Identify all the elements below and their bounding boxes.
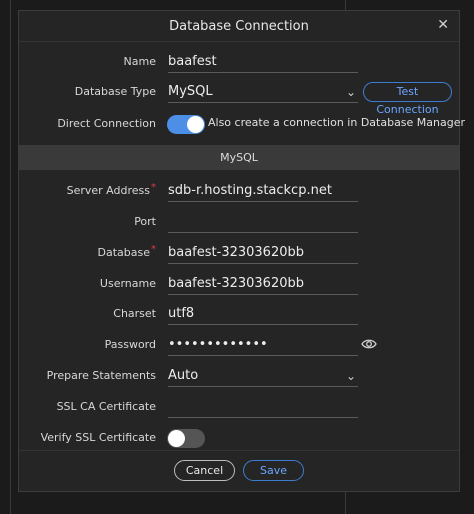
database-input[interactable]: baafest-32303620bb (168, 242, 358, 264)
database-connection-dialog: Database Connection ✕ Name baafest Datab… (18, 10, 465, 492)
name-row: Name baafest (19, 47, 459, 77)
save-button[interactable]: Save (243, 460, 304, 481)
section-header-mysql: MySQL (19, 145, 459, 170)
close-icon[interactable]: ✕ (437, 17, 449, 33)
chevron-down-icon: ⌄ (345, 369, 356, 383)
name-input[interactable]: baafest (168, 51, 358, 73)
database-type-value: MySQL (168, 84, 213, 99)
required-marker: * (151, 182, 156, 193)
port-label: Port (134, 215, 156, 228)
dialog-title: Database Connection (169, 18, 309, 34)
port-row: Port (19, 207, 459, 237)
toggle-knob (187, 116, 204, 133)
ssl-ca-row: SSL CA Certificate (19, 392, 459, 422)
charset-input[interactable]: utf8 (168, 303, 358, 325)
database-type-select[interactable]: MySQL ⌄ (168, 81, 358, 103)
port-input[interactable] (168, 211, 358, 233)
database-type-label: Database Type (74, 85, 156, 98)
direct-connection-row: Direct Connection Also create a connecti… (19, 109, 465, 139)
eye-icon[interactable] (361, 337, 377, 351)
verify-ssl-label: Verify SSL Certificate (40, 431, 156, 444)
prepare-statements-value: Auto (168, 368, 199, 383)
dialog-footer: Cancel Save (19, 450, 459, 491)
username-label: Username (99, 277, 156, 290)
required-marker: * (151, 244, 156, 255)
ssl-ca-label: SSL CA Certificate (56, 400, 156, 413)
username-row: Username baafest-32303620bb (19, 269, 459, 299)
cancel-button[interactable]: Cancel (174, 460, 235, 481)
direct-connection-label: Direct Connection (57, 117, 156, 130)
database-row: Database* baafest-32303620bb (19, 238, 459, 268)
password-input[interactable]: ••••••••••••• (168, 334, 358, 356)
name-label: Name (123, 55, 156, 68)
prepare-statements-row: Prepare Statements Auto ⌄ (19, 361, 459, 391)
charset-row: Charset utf8 (19, 299, 459, 329)
verify-ssl-row: Verify SSL Certificate (19, 423, 459, 453)
test-connection-button[interactable]: Test Connection (363, 82, 452, 116)
username-input[interactable]: baafest-32303620bb (168, 273, 358, 295)
ssl-ca-input[interactable] (168, 396, 358, 418)
database-type-row: Database Type MySQL ⌄ Test Connection (19, 77, 459, 116)
direct-connection-description: Also create a connection in Database Man… (208, 116, 466, 129)
password-label: Password (104, 338, 156, 351)
background-divider-left (10, 0, 11, 514)
charset-label: Charset (113, 307, 156, 320)
verify-ssl-toggle[interactable] (167, 429, 205, 448)
password-row: Password ••••••••••••• (19, 330, 459, 360)
server-address-input[interactable]: sdb-r.hosting.stackcp.net (168, 180, 358, 202)
prepare-statements-label: Prepare Statements (46, 369, 156, 382)
direct-connection-toggle[interactable] (167, 115, 205, 134)
server-address-label: Server Address* (66, 182, 156, 197)
database-label: Database* (97, 244, 157, 259)
chevron-down-icon: ⌄ (345, 85, 356, 99)
server-address-row: Server Address* sdb-r.hosting.stackcp.ne… (19, 176, 459, 206)
dialog-titlebar: Database Connection ✕ (19, 11, 459, 42)
prepare-statements-select[interactable]: Auto ⌄ (168, 365, 358, 387)
toggle-knob (168, 430, 185, 447)
